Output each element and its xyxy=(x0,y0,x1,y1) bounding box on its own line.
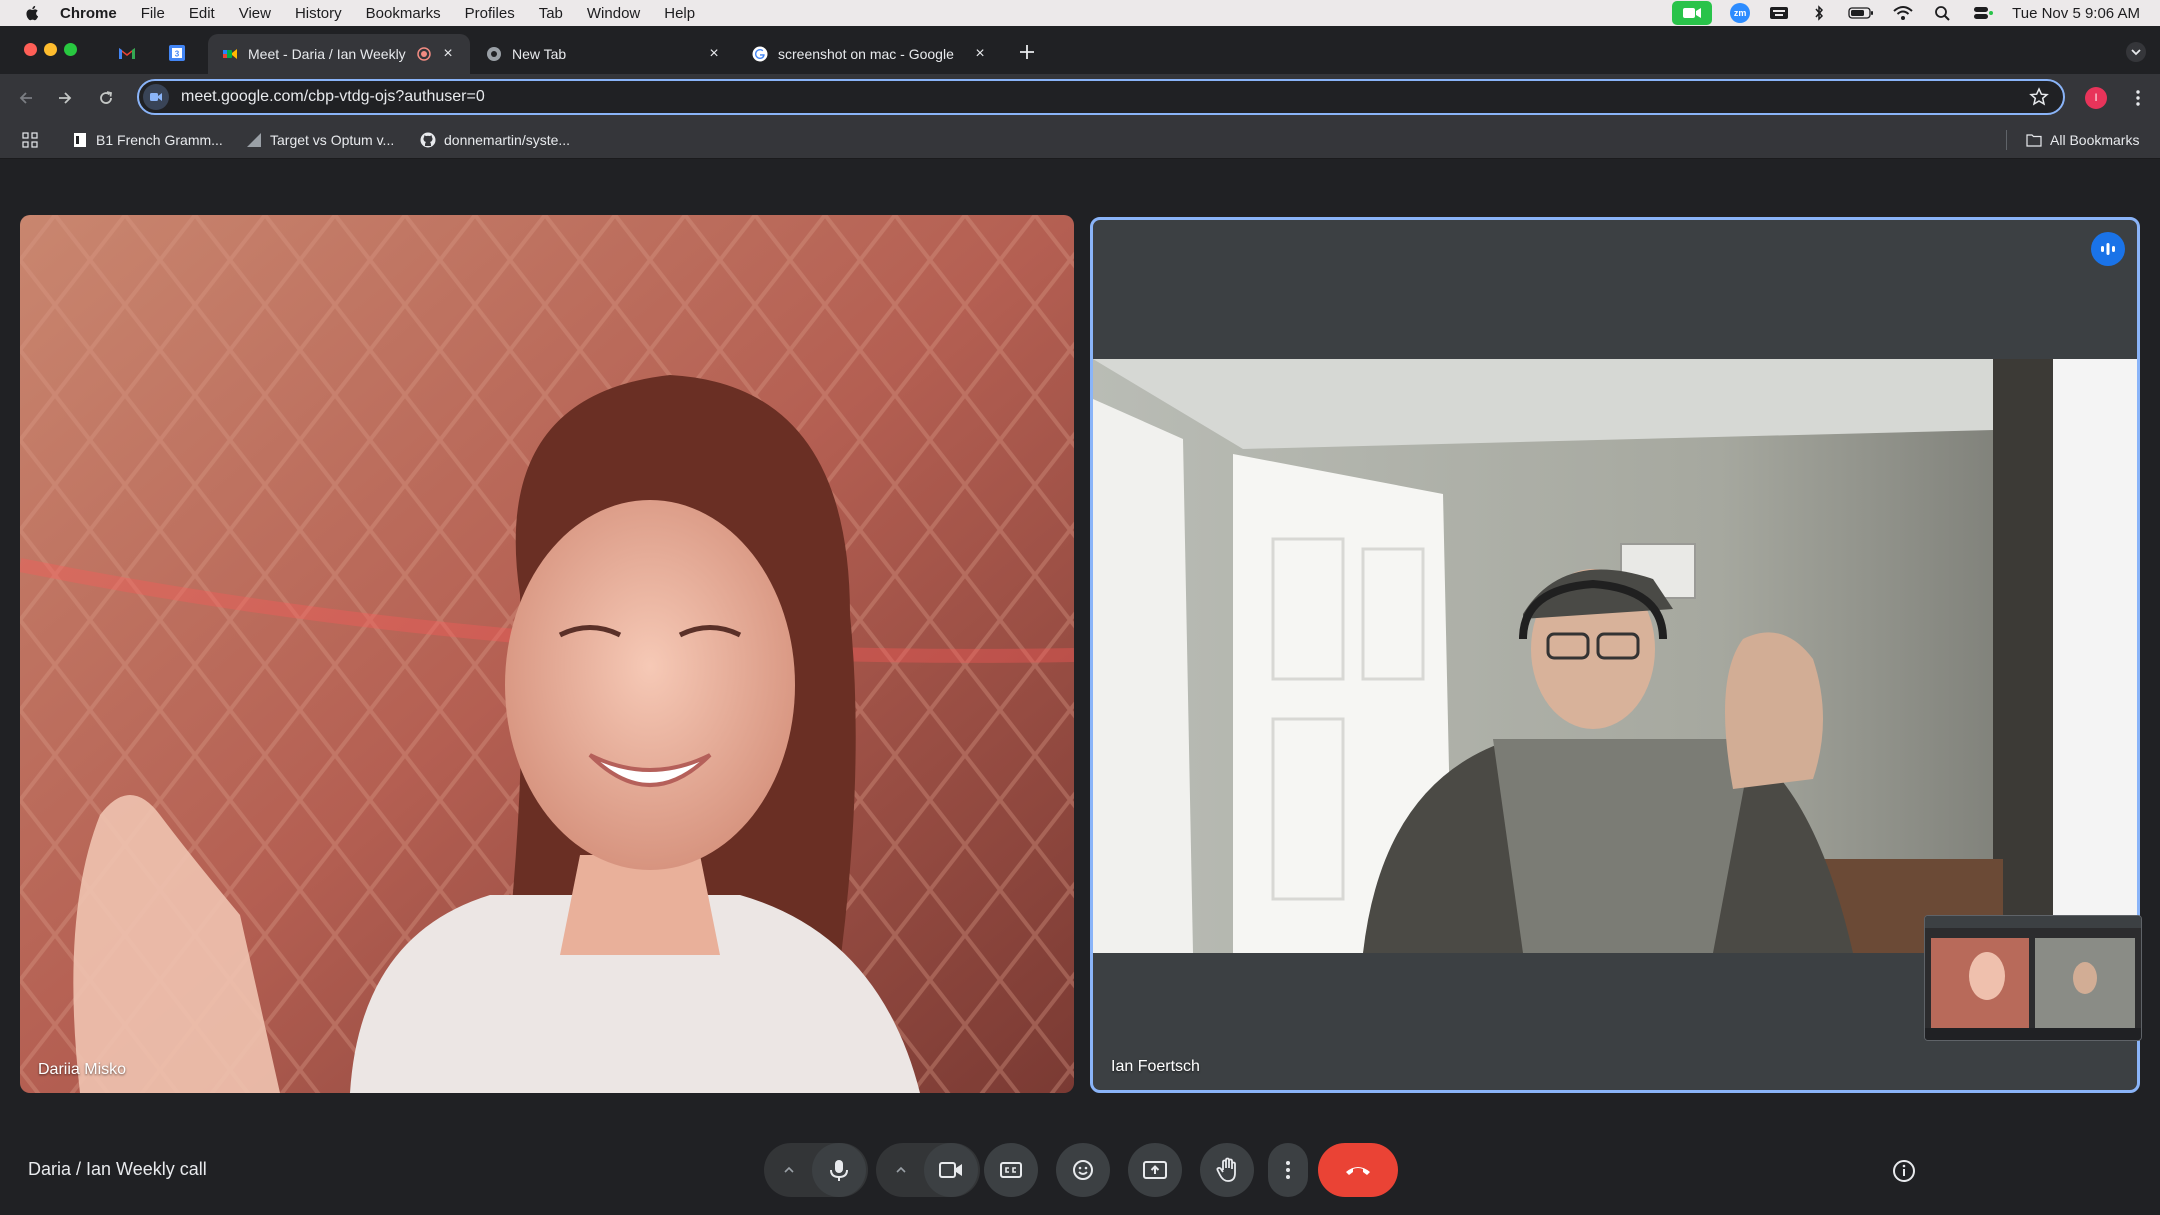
menu-file[interactable]: File xyxy=(141,5,165,22)
tab-title: Meet - Daria / Ian Weekly xyxy=(248,46,406,62)
more-options-button[interactable] xyxy=(1268,1143,1308,1197)
meeting-title: Daria / Ian Weekly call xyxy=(28,1159,207,1179)
address-bar[interactable] xyxy=(137,79,2065,115)
keyboard-icon[interactable] xyxy=(1768,5,1790,21)
zoom-icon[interactable]: zm xyxy=(1730,3,1751,23)
bookmark-donnemartin[interactable]: donnemartin/syste... xyxy=(420,130,570,150)
google-meet-icon xyxy=(223,49,237,59)
svg-text:3: 3 xyxy=(175,50,180,59)
participant-video-daria xyxy=(20,215,1074,1093)
spotlight-search-icon[interactable] xyxy=(1932,5,1954,21)
self-view-thumbnail xyxy=(1925,916,2141,1040)
chart-favicon-icon xyxy=(247,133,261,147)
bookmarks-bar: B1 French Gramm... Target vs Optum v... … xyxy=(0,122,2160,159)
tab-title: New Tab xyxy=(512,46,567,62)
github-icon xyxy=(420,132,436,148)
macos-menu-bar: Chrome File Edit View History Bookmarks … xyxy=(0,0,2160,26)
apple-logo-icon[interactable] xyxy=(24,4,42,22)
chrome-toolbar: I xyxy=(0,74,2160,122)
new-tab-plus-icon[interactable] xyxy=(1017,42,1037,62)
bookmark-label: Target vs Optum v... xyxy=(270,132,395,148)
battery-icon[interactable] xyxy=(1848,5,1874,21)
camera-button[interactable] xyxy=(924,1143,978,1197)
site-info-icon[interactable] xyxy=(143,84,169,110)
menu-window[interactable]: Window xyxy=(587,5,640,22)
profile-avatar[interactable]: I xyxy=(2085,87,2107,109)
closed-captions-icon xyxy=(1000,1162,1022,1178)
menu-history[interactable]: History xyxy=(295,5,342,22)
document-favicon-icon xyxy=(74,133,86,147)
menu-profiles[interactable]: Profiles xyxy=(465,5,515,22)
folder-icon xyxy=(2026,134,2042,147)
window-zoom-button[interactable] xyxy=(64,43,77,56)
menu-bar-status-area: zm Tue Nov 5 9:06 AM xyxy=(1672,0,2140,26)
menu-tab[interactable]: Tab xyxy=(539,5,563,22)
tab-google-search[interactable]: screenshot on mac - Google × xyxy=(738,34,1002,74)
menu-edit[interactable]: Edit xyxy=(189,5,215,22)
mic-options-chevron-icon[interactable] xyxy=(767,1143,811,1197)
microphone-icon xyxy=(830,1160,848,1181)
all-bookmarks-button[interactable]: All Bookmarks xyxy=(2026,130,2139,150)
calendar-pinned-tab-icon[interactable]: 3 xyxy=(168,44,186,62)
all-bookmarks-label: All Bookmarks xyxy=(2050,132,2140,148)
tab-search-chevron-icon[interactable] xyxy=(2126,42,2146,62)
hang-up-phone-icon xyxy=(1346,1167,1370,1175)
camera-options-chevron-icon[interactable] xyxy=(879,1143,923,1197)
microphone-button[interactable] xyxy=(812,1143,866,1197)
chrome-tab-strip: 3 Meet - Daria / Ian Weekly × New Tab × … xyxy=(0,26,2160,74)
chrome-new-tab-icon xyxy=(487,47,501,61)
profile-initial: I xyxy=(2094,92,2098,104)
meeting-details-info-icon[interactable] xyxy=(1890,1157,1918,1185)
emoji-smile-icon xyxy=(1073,1160,1093,1180)
menu-help[interactable]: Help xyxy=(664,5,695,22)
chrome-menu-kebab-icon[interactable] xyxy=(2128,88,2148,108)
url-input[interactable] xyxy=(179,87,2029,107)
menu-app-name[interactable]: Chrome xyxy=(60,5,117,22)
tab-close-icon[interactable]: × xyxy=(706,46,722,62)
control-center-icon[interactable] xyxy=(1972,5,1994,21)
back-arrow-icon[interactable] xyxy=(16,88,36,108)
raise-hand-button[interactable] xyxy=(1200,1143,1254,1197)
present-screen-icon xyxy=(1143,1161,1167,1179)
gmail-pinned-tab-icon[interactable] xyxy=(118,44,136,62)
captions-button[interactable] xyxy=(984,1143,1038,1197)
bookmark-french-grammar[interactable]: B1 French Gramm... xyxy=(72,130,223,150)
participant-name-label: Ian Foertsch xyxy=(1111,1058,1200,1075)
apps-grid-icon[interactable] xyxy=(22,132,38,148)
reload-icon[interactable] xyxy=(96,88,116,108)
facetime-camera-icon[interactable] xyxy=(1672,1,1713,25)
participant-video-ian xyxy=(1093,359,2137,953)
bookmarks-divider xyxy=(2006,130,2007,150)
window-close-button[interactable] xyxy=(24,43,37,56)
bookmark-label: B1 French Gramm... xyxy=(96,132,223,148)
menu-bar-clock[interactable]: Tue Nov 5 9:06 AM xyxy=(2012,5,2140,22)
tab-close-icon[interactable]: × xyxy=(440,46,456,62)
google-g-icon xyxy=(752,46,768,62)
bluetooth-icon[interactable] xyxy=(1808,5,1830,21)
speaking-indicator-icon xyxy=(2091,232,2125,266)
bookmark-target-vs-optum[interactable]: Target vs Optum v... xyxy=(246,130,394,150)
end-call-button[interactable] xyxy=(1318,1143,1398,1197)
menu-view[interactable]: View xyxy=(239,5,271,22)
more-vertical-icon xyxy=(1286,1161,1290,1179)
wifi-icon[interactable] xyxy=(1892,5,1914,21)
raise-hand-icon xyxy=(1216,1157,1236,1182)
menu-bookmarks[interactable]: Bookmarks xyxy=(366,5,441,22)
bookmark-star-icon[interactable] xyxy=(2029,87,2049,107)
bookmark-label: donnemartin/syste... xyxy=(444,132,571,148)
window-minimize-button[interactable] xyxy=(44,43,57,56)
video-camera-icon xyxy=(939,1162,962,1178)
self-view-preview[interactable] xyxy=(1924,915,2142,1041)
tab-google-meet[interactable]: Meet - Daria / Ian Weekly × xyxy=(208,34,470,74)
meet-stage: Dariia Misko Ian Foertsch xyxy=(0,159,2160,1215)
participant-tile-daria[interactable]: Dariia Misko xyxy=(20,215,1074,1093)
reactions-button[interactable] xyxy=(1056,1143,1110,1197)
participant-name-label: Dariia Misko xyxy=(38,1061,127,1078)
tab-new-tab[interactable]: New Tab × xyxy=(472,34,736,74)
tab-close-icon[interactable]: × xyxy=(972,46,988,62)
recording-indicator-icon xyxy=(417,47,431,61)
tab-title: screenshot on mac - Google xyxy=(778,46,954,62)
present-screen-button[interactable] xyxy=(1128,1143,1182,1197)
forward-arrow-icon[interactable] xyxy=(55,88,75,108)
